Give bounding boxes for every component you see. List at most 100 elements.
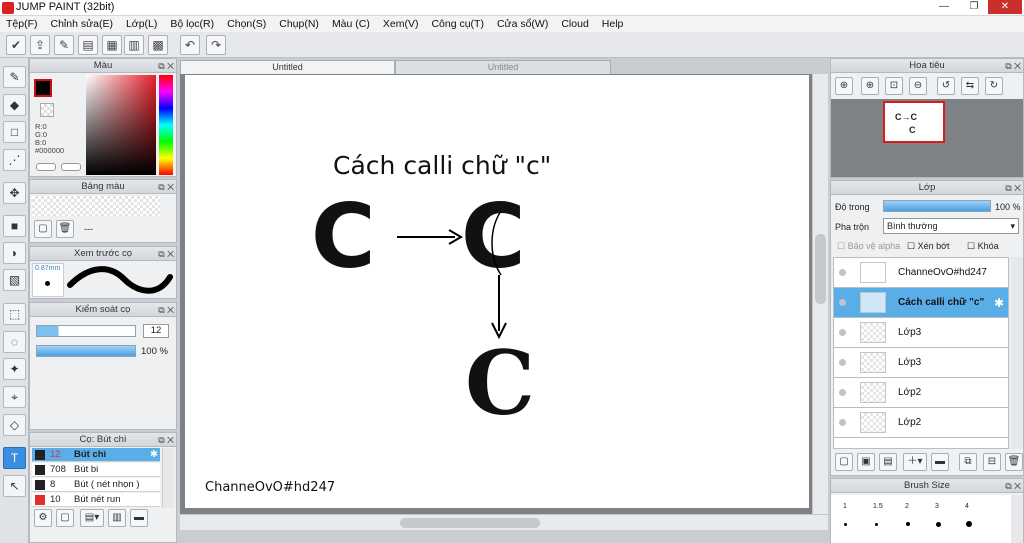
bucket-tool-icon[interactable]: ◗ [3,242,26,264]
select-pen-icon[interactable]: ⌖ [3,386,26,408]
layer-row[interactable]: Lớp3 [834,348,1008,378]
actual-size-icon[interactable]: ⊡ [885,77,903,95]
select-eraser-icon[interactable]: ◇ [3,414,26,436]
undo-icon[interactable]: ↶ [180,35,200,55]
fill-rect-tool-icon[interactable]: ■ [3,215,26,237]
visibility-icon[interactable] [839,299,846,306]
brush-menu-icon[interactable]: ▤▾ [80,509,104,527]
eraser-tool-icon[interactable]: ◆ [3,94,26,116]
duplicate-layer-icon[interactable]: ⧉ [959,453,977,471]
brush-opacity-slider[interactable] [36,345,136,357]
panel-controls-icon[interactable]: ⧉ ✕ [1005,60,1021,73]
panel-controls-icon[interactable]: ⧉ ✕ [158,304,174,317]
zoom-fit-icon[interactable]: ⊕ [835,77,853,95]
menu-color[interactable]: Màu (C) [332,18,370,30]
brush-item[interactable]: 708 Bút bi [32,463,160,477]
brush-item[interactable]: 8 Bút ( nét nhọn ) [32,478,160,492]
menu-help[interactable]: Help [602,18,624,30]
brush-settings-icon[interactable]: ⚙ [34,509,52,527]
panel-controls-icon[interactable]: ⧉ ✕ [158,434,174,447]
new-swatch-icon[interactable]: ▢ [34,220,52,238]
zoom-in-icon[interactable]: ⊕ [861,77,879,95]
operation-tool-icon[interactable]: ↖ [3,475,26,497]
tab-untitled[interactable]: Untitled [395,60,611,74]
layer-row[interactable]: Cách calli chữ "c" ✱ [834,288,1008,318]
new-text-layer-icon[interactable]: ▤ [879,453,897,471]
pen-tool-icon[interactable]: ✎ [3,66,26,88]
new-brush-icon[interactable]: ▢ [56,509,74,527]
menu-filter[interactable]: Bộ lọc(R) [170,18,214,30]
layer-row[interactable]: Lớp2 [834,408,1008,438]
menu-capture[interactable]: Chụp(N) [279,18,319,30]
canvas-horizontal-scrollbar[interactable] [180,514,828,530]
menu-file[interactable]: Tệp(F) [6,18,38,30]
maximize-button[interactable]: ❐ [960,0,988,14]
layer-row[interactable]: Lớp2 [834,378,1008,408]
minimize-button[interactable]: — [930,0,958,14]
brush-folder-icon[interactable]: ▬ [130,509,148,527]
visibility-icon[interactable] [839,359,846,366]
tab-untitled-active[interactable]: Untitled [180,60,395,74]
menu-edit[interactable]: Chỉnh sửa(E) [51,18,113,30]
brush-copy-icon[interactable]: ▥ [108,509,126,527]
export-icon[interactable]: ⇪ [30,35,50,55]
primary-color-swatch[interactable] [34,79,52,97]
brush-list-scrollbar[interactable] [162,448,174,508]
page-icon[interactable]: ▥ [124,35,144,55]
transparent-swatch[interactable] [40,103,54,117]
visibility-icon[interactable] [839,269,846,276]
brush-item[interactable]: 12 Bút chì ✱ [32,448,160,462]
menu-cloud[interactable]: Cloud [561,18,588,30]
visibility-icon[interactable] [839,419,846,426]
brush-size-input[interactable]: 12 [143,324,169,338]
layer-list-scrollbar[interactable] [1011,257,1023,449]
rotate-left-icon[interactable]: ↺ [937,77,955,95]
message-icon[interactable]: ▤ [78,35,98,55]
zoom-out-icon[interactable]: ⊖ [909,77,927,95]
brush-size-option[interactable]: 4 [965,503,969,510]
canvas-vertical-scrollbar[interactable] [812,74,828,514]
line-tool-icon[interactable]: ⋰ [3,149,26,171]
redo-icon[interactable]: ↷ [206,35,226,55]
navigator-preview-area[interactable]: C→C C [831,99,1023,177]
rotate-right-icon[interactable]: ↻ [985,77,1003,95]
panel-controls-icon[interactable]: ⧉ ✕ [158,60,174,73]
new-layer-icon[interactable]: ▢ [835,453,853,471]
brush-size-option[interactable]: 2 [905,503,909,510]
panel-controls-icon[interactable]: ⧉ ✕ [1005,182,1021,195]
swatch-grid[interactable] [32,196,160,216]
protect-alpha-checkbox[interactable]: ☐ Bảo vệ alpha [837,241,900,252]
lasso-tool-icon[interactable]: ◌ [3,331,26,353]
move-tool-icon[interactable]: ✥ [3,182,26,204]
brush-size-option[interactable]: 1 [843,503,847,510]
brush-size-slider[interactable] [36,325,136,337]
new-raster-layer-icon[interactable]: ▣ [857,453,875,471]
panel-controls-icon[interactable]: ⧉ ✕ [158,248,174,261]
color-swap-button[interactable] [61,163,81,171]
delete-layer-icon[interactable]: 🗑 [1005,453,1023,471]
layer-opacity-slider[interactable] [883,200,991,212]
saturation-value-picker[interactable] [86,75,156,175]
grid-icon[interactable]: ▩ [148,35,168,55]
visibility-icon[interactable] [839,389,846,396]
comment-icon[interactable]: ✎ [54,35,74,55]
gear-icon[interactable]: ✱ [994,296,1004,310]
delete-swatch-icon[interactable]: 🗑 [56,220,74,238]
menu-layer[interactable]: Lớp(L) [126,18,157,30]
panel-controls-icon[interactable]: ⧉ ✕ [1005,480,1021,493]
panel-controls-icon[interactable]: ⧉ ✕ [158,181,174,194]
folder-icon[interactable]: ▬ [931,453,949,471]
lock-checkbox[interactable]: ☐ Khóa [967,241,999,252]
color-mode-button[interactable] [36,163,56,171]
hue-slider[interactable] [159,75,173,175]
brush-size-scrollbar[interactable] [1011,495,1023,543]
flip-icon[interactable]: ⇆ [961,77,979,95]
gear-icon[interactable]: ✱ [150,448,158,462]
layer-row[interactable]: ChanneOvO#hd247 [834,258,1008,288]
horizontal-scroll-thumb[interactable] [400,518,540,528]
menu-window[interactable]: Cửa sổ(W) [497,18,548,30]
text-tool-icon[interactable]: T [3,447,26,469]
magic-wand-icon[interactable]: ✦ [3,358,26,380]
visibility-icon[interactable] [839,329,846,336]
document-icon[interactable]: ▦ [102,35,122,55]
